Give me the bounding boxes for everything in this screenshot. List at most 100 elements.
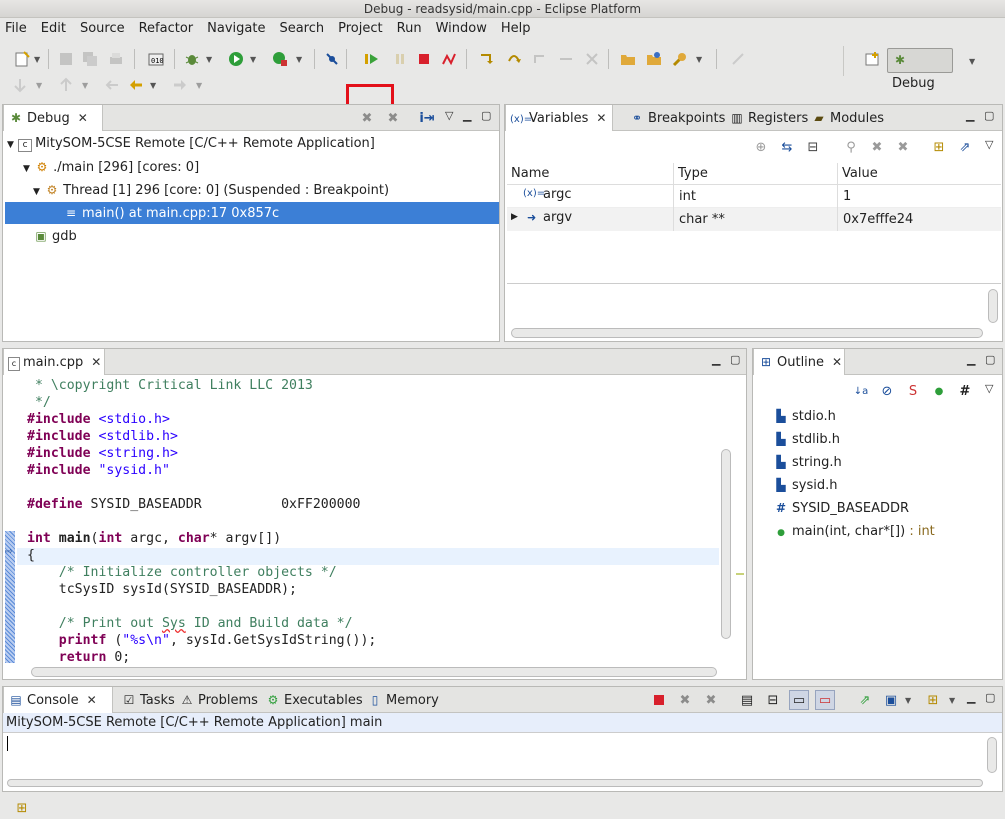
menu-source[interactable]: Source (74, 18, 133, 40)
binary-icon[interactable]: 010 (146, 49, 166, 69)
forward-arrow-icon[interactable] (170, 75, 190, 95)
outline-item[interactable]: ▙ string.h (773, 451, 841, 474)
chevron-down-icon[interactable]: ▼ (34, 56, 42, 64)
minimize-icon[interactable]: ▁ (967, 691, 975, 704)
outline-item[interactable]: # SYSID_BASEADDR (773, 497, 909, 520)
chevron-down-icon[interactable]: ▼ (949, 697, 957, 705)
chevron-down-icon[interactable]: ▼ (196, 82, 204, 90)
chevron-down-icon[interactable]: ▼ (969, 58, 977, 66)
console-horizontal-scrollbar[interactable] (7, 779, 983, 787)
last-edit-icon[interactable] (102, 75, 122, 95)
maximize-icon[interactable]: ▢ (985, 353, 995, 366)
variable-row[interactable]: ▶ ➜ argv char ** 0x7efffe24 (507, 208, 1001, 231)
show-on-stdout-icon[interactable]: ▭ (789, 690, 809, 710)
step-over-icon[interactable] (504, 49, 524, 69)
tree-item-thread[interactable]: ▼ ⚙ Thread [1] 296 [core: 0] (Suspended :… (33, 179, 497, 201)
remove-all-launches-icon[interactable]: ✖ (701, 690, 721, 710)
new-icon[interactable] (12, 49, 32, 69)
open-perspective-icon[interactable] (862, 49, 882, 69)
editor-horizontal-scrollbar[interactable] (31, 667, 717, 677)
collapse-all-icon[interactable]: ⊟ (803, 137, 823, 157)
show-on-stderr-icon[interactable]: ▭ (815, 690, 835, 710)
tab-memory[interactable]: ▯ Memory (363, 687, 439, 713)
editor-vertical-scrollbar[interactable] (721, 449, 731, 639)
hide-non-public-icon[interactable]: ● (929, 381, 949, 401)
chevron-down-icon[interactable]: ▼ (296, 56, 304, 64)
expand-arrow-icon[interactable]: ▼ (23, 164, 30, 174)
close-icon[interactable]: ✕ (78, 105, 88, 131)
console-scrollbar[interactable] (987, 737, 997, 773)
debug-perspective-button[interactable]: ✱Debug (887, 48, 953, 91)
open-type-icon[interactable] (644, 49, 664, 69)
suspend-icon[interactable] (390, 49, 410, 69)
menu-file[interactable]: File (0, 18, 35, 40)
chevron-down-icon[interactable]: ▼ (250, 56, 258, 64)
column-value[interactable]: Value (837, 163, 878, 185)
console-output[interactable] (5, 733, 985, 783)
outline-item[interactable]: ▙ sysid.h (773, 474, 837, 497)
tab-variables[interactable]: (x)=Variables ✕ (505, 105, 613, 131)
terminate-icon[interactable] (649, 690, 669, 710)
outline-item[interactable]: ▙ stdlib.h (773, 428, 840, 451)
variable-row[interactable]: (x)= argc int 1 (507, 185, 1001, 208)
clear-console-icon[interactable]: ▤ (737, 690, 757, 710)
tab-console[interactable]: ▤ Console ✕ (3, 687, 113, 713)
tab-main-cpp[interactable]: c main.cpp ✕ (3, 349, 105, 375)
maximize-icon[interactable]: ▢ (984, 109, 994, 122)
tree-item-launch[interactable]: ▼ c MitySOM-5CSE Remote [C/C++ Remote App… (7, 133, 497, 155)
maximize-icon[interactable]: ▢ (985, 691, 995, 704)
menu-search[interactable]: Search (273, 18, 332, 40)
sort-icon[interactable]: ↓a (851, 381, 871, 401)
drop-to-frame-icon[interactable] (556, 49, 576, 69)
chevron-down-icon[interactable]: ▼ (206, 56, 214, 64)
export-icon[interactable]: ⇗ (955, 137, 975, 157)
view-menu-icon[interactable]: ▽ (985, 382, 993, 395)
expand-arrow-icon[interactable]: ▶ (511, 212, 518, 222)
code-area[interactable]: * \copyright Critical Link LLC 2013 */ #… (27, 377, 376, 666)
step-return-icon[interactable] (530, 49, 550, 69)
view-menu-icon[interactable]: ▽ (445, 109, 453, 122)
hide-macros-icon[interactable]: # (955, 381, 975, 401)
run-icon[interactable] (226, 49, 246, 69)
menu-run[interactable]: Run (391, 18, 430, 40)
maximize-icon[interactable]: ▢ (481, 109, 491, 122)
expand-arrow-icon[interactable]: ▼ (7, 140, 14, 150)
prev-annotation-icon[interactable] (56, 75, 76, 95)
menu-project[interactable]: Project (332, 18, 390, 40)
tab-executables[interactable]: ⚙ Executables (261, 687, 363, 713)
fast-view-icon[interactable]: ⊞ (12, 798, 32, 818)
back-arrow-icon[interactable] (126, 75, 146, 95)
menu-navigate[interactable]: Navigate (201, 18, 273, 40)
tab-tasks[interactable]: ☑ Tasks (117, 687, 175, 713)
maximize-icon[interactable]: ▢ (730, 353, 740, 366)
chevron-down-icon[interactable]: ▼ (150, 82, 158, 90)
menu-refactor[interactable]: Refactor (133, 18, 202, 40)
open-folder-icon[interactable] (618, 49, 638, 69)
chevron-down-icon[interactable]: ▼ (696, 56, 704, 64)
tab-debug[interactable]: ✱ Debug ✕ (3, 105, 103, 131)
print-icon[interactable] (106, 49, 126, 69)
tab-modules[interactable]: ▰ Modules (807, 105, 884, 131)
minimize-icon[interactable]: ▁ (967, 353, 975, 366)
close-icon[interactable]: ✕ (91, 349, 101, 375)
minimize-icon[interactable]: ▁ (712, 353, 720, 366)
column-type[interactable]: Type (673, 163, 708, 185)
disconnect-icon[interactable] (440, 49, 460, 69)
scroll-lock-icon[interactable]: ⊟ (763, 690, 783, 710)
menu-window[interactable]: Window (430, 18, 495, 40)
hide-fields-icon[interactable]: ⊘ (877, 381, 897, 401)
remove-launch-icon[interactable]: ✖ (675, 690, 695, 710)
tree-item-stack-frame[interactable]: ≡ main() at main.cpp:17 0x857c (5, 202, 499, 224)
step-into-icon[interactable] (476, 49, 496, 69)
close-icon[interactable]: ✕ (87, 687, 97, 713)
tree-item-process[interactable]: ▼ ⚙ ./main [296] [cores: 0] (23, 156, 497, 178)
debug-bug-icon[interactable] (182, 49, 202, 69)
remove-all-terminated-icon[interactable]: ✖ (383, 108, 403, 128)
pin-icon[interactable] (728, 49, 748, 69)
chevron-down-icon[interactable]: ▼ (36, 82, 44, 90)
show-type-names-icon[interactable]: ⇆ (777, 137, 797, 157)
remove-terminated-icon[interactable]: ✖ (357, 108, 377, 128)
tab-problems[interactable]: ⚠ Problems (175, 687, 258, 713)
close-icon[interactable]: ✕ (832, 349, 842, 375)
remove-icon[interactable]: ✖ (867, 137, 887, 157)
